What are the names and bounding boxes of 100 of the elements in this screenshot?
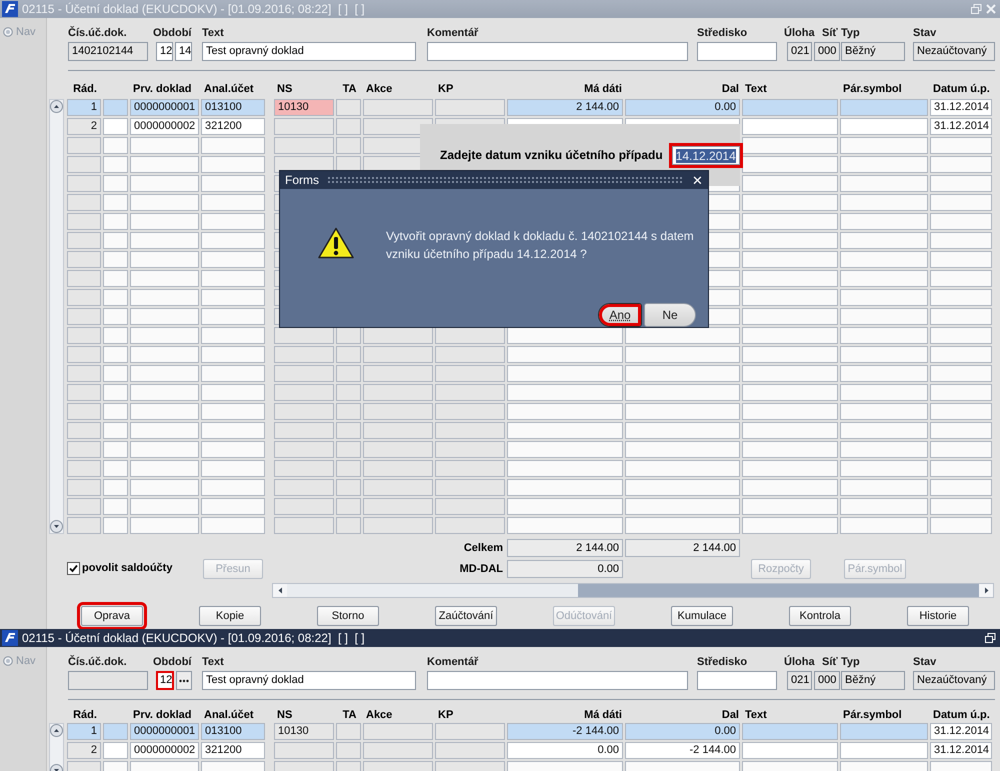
scroll-up-button[interactable] (50, 100, 63, 113)
table-cell (67, 270, 101, 287)
input-field[interactable]: Nezaúčtovaný (913, 671, 995, 690)
scroll-down-button[interactable] (50, 520, 63, 533)
dialog-title: Forms (285, 173, 319, 187)
table-cell (103, 137, 128, 154)
table-cell (103, 289, 128, 306)
table-cell (274, 422, 334, 439)
table-cell (103, 742, 128, 759)
column-header: Rád. (72, 709, 98, 721)
input-field[interactable]: 1402102144 (68, 42, 148, 61)
input-field[interactable]: 021 (787, 671, 812, 690)
table-cell: 10130 (274, 723, 334, 740)
app-logo-icon (2, 630, 18, 646)
field-label: Typ (841, 655, 860, 669)
column-header: Anal.účet (203, 82, 255, 94)
action-button[interactable]: Kontrola (789, 606, 851, 626)
table-cell (363, 384, 433, 401)
input-field[interactable]: Běžný (841, 42, 905, 61)
lookup-button[interactable] (176, 671, 192, 690)
saldo-checkbox[interactable]: povolit saldoúčty (67, 562, 172, 574)
input-field[interactable]: 021 (787, 42, 812, 61)
input-field[interactable] (697, 671, 777, 690)
vertical-scrollbar[interactable] (49, 723, 64, 771)
table-cell (130, 365, 199, 382)
table-cell: 0000000002 (130, 742, 199, 759)
table-cell: 0.00 (625, 99, 740, 116)
dialog-button[interactable]: Ano (598, 303, 642, 327)
field-label: Úloha (784, 26, 815, 40)
table-cell (930, 175, 992, 192)
table-cell (201, 403, 265, 420)
table-cell (930, 327, 992, 344)
table-cell (103, 517, 128, 534)
column-header: Akce (365, 709, 394, 721)
period-field[interactable]: 12 (156, 671, 174, 690)
table-cell (274, 460, 334, 477)
table-cell (336, 517, 361, 534)
date-field[interactable]: 14.12.2014 (668, 143, 743, 168)
table-cell (67, 308, 101, 325)
table-cell (201, 213, 265, 230)
dialog-button[interactable]: Ne (644, 303, 696, 327)
input-field[interactable] (68, 671, 148, 690)
column-header: TA (342, 82, 358, 94)
column-header: KP (437, 709, 454, 721)
table-cell (930, 289, 992, 306)
period-field[interactable]: 14 (175, 42, 192, 61)
table-cell (274, 517, 334, 534)
action-button[interactable]: Kumulace (671, 606, 733, 626)
scroll-up-button[interactable] (50, 724, 63, 737)
period-field[interactable]: 12 (156, 42, 173, 61)
ellipsis-icon (179, 678, 189, 682)
input-field[interactable]: Test opravný doklad (202, 671, 416, 690)
table-cell (435, 479, 505, 496)
table-cell (130, 213, 199, 230)
action-button[interactable]: Kopie (199, 606, 261, 626)
column-header: Rád. (72, 82, 98, 94)
input-field[interactable] (427, 671, 688, 690)
column-header: Datum ú.p. (932, 82, 991, 94)
table-cell (274, 384, 334, 401)
table-cell (201, 270, 265, 287)
input-field[interactable]: Běžný (841, 671, 905, 690)
column-header: KP (437, 82, 454, 94)
scroll-down-icon (50, 520, 63, 533)
scroll-right-button[interactable] (979, 584, 993, 597)
right-arrow-icon (984, 587, 988, 594)
input-field[interactable]: Test opravný doklad (202, 42, 416, 61)
table-cell (930, 422, 992, 439)
action-button[interactable]: Historie (907, 606, 969, 626)
field-label: Čís.úč.dok. (68, 655, 127, 669)
table-cell (201, 308, 265, 325)
table-cell (67, 175, 101, 192)
horizontal-scrollbar[interactable] (272, 583, 994, 598)
close-icon[interactable] (986, 4, 996, 14)
input-field[interactable]: 000 (814, 42, 840, 61)
table-cell (130, 327, 199, 344)
scrollbar-thumb[interactable] (578, 584, 979, 597)
action-button[interactable]: Zaúčtování (435, 606, 497, 626)
table-cell (336, 441, 361, 458)
vertical-scrollbar[interactable] (49, 99, 64, 534)
restore-icon[interactable] (985, 633, 996, 643)
table-cell (336, 384, 361, 401)
table-cell (67, 498, 101, 515)
table-cell (67, 289, 101, 306)
input-field[interactable]: Nezaúčtovaný (913, 42, 995, 61)
table-cell (363, 403, 433, 420)
column-header: Prv. doklad (132, 82, 192, 94)
column-header: Datum ú.p. (932, 709, 991, 721)
table-cell (201, 460, 265, 477)
action-button[interactable]: Storno (317, 606, 379, 626)
input-field[interactable] (697, 42, 777, 61)
input-field[interactable] (427, 42, 688, 61)
table-cell (336, 422, 361, 439)
close-button[interactable]: ✕ (692, 174, 703, 186)
table-cell (201, 517, 265, 534)
table-cell (201, 365, 265, 382)
input-field[interactable]: 000 (814, 671, 840, 690)
table-cell (201, 156, 265, 173)
scroll-left-button[interactable] (273, 584, 287, 597)
table-cell (130, 251, 199, 268)
table-cell (708, 308, 740, 325)
